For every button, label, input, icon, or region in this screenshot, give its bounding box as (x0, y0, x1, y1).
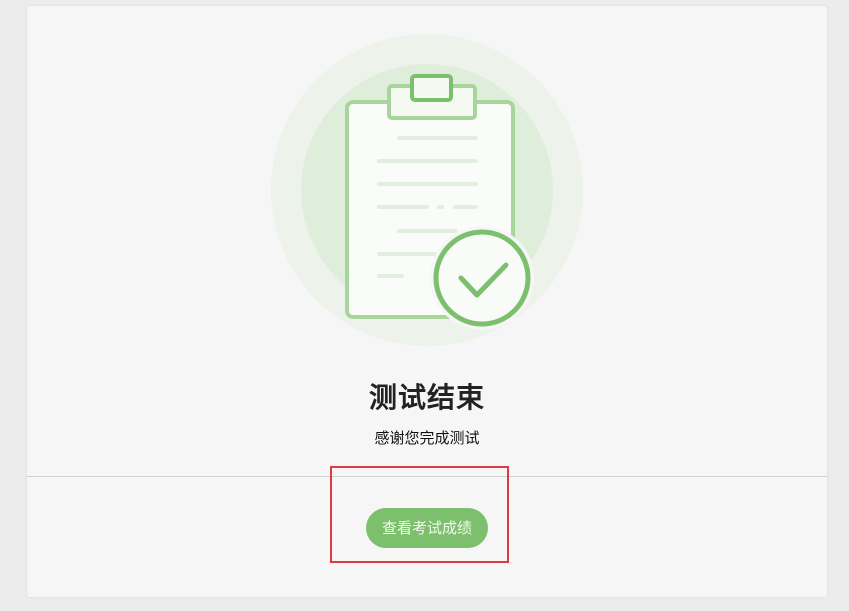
result-subtitle: 感谢您完成测试 (374, 429, 480, 447)
view-score-button[interactable]: 查看考试成绩 (366, 508, 488, 548)
exam-result-card: 测试结束 感谢您完成测试 查看考试成绩 (27, 6, 827, 597)
divider (27, 476, 827, 477)
clipboard-check-icon (271, 34, 583, 346)
result-title: 测试结束 (368, 381, 485, 414)
